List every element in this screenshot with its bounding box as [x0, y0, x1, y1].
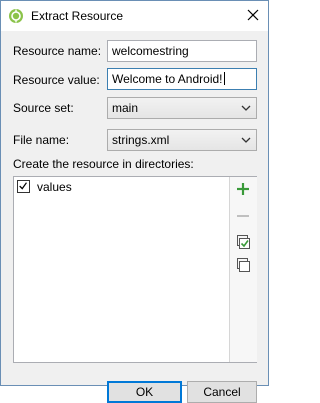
file-name-dropdown[interactable]: strings.xml: [107, 129, 257, 151]
resource-name-label: Resource name:: [13, 44, 102, 58]
resource-value-input[interactable]: Welcome to Android!: [107, 68, 257, 90]
ok-button[interactable]: OK: [107, 381, 182, 403]
title-bar: Extract Resource: [1, 1, 268, 31]
extract-resource-dialog: Extract Resource Resource name: welcomes…: [0, 0, 269, 403]
android-studio-icon: [9, 9, 23, 23]
directories-label: Create the resource in directories:: [13, 157, 194, 171]
directory-tools: [229, 177, 257, 362]
chevron-down-icon: [241, 137, 251, 143]
dialog-body: Resource name: welcomestring Resource va…: [1, 31, 268, 403]
resource-value-text: Welcome to Android!: [112, 72, 223, 86]
select-all-icon[interactable]: [235, 234, 251, 250]
checkmark-icon: [19, 182, 27, 190]
unselect-all-icon[interactable]: [235, 257, 251, 273]
directory-label: values: [37, 180, 72, 194]
resource-name-value: welcomestring: [112, 44, 189, 58]
directories-list[interactable]: values: [14, 177, 229, 362]
text-caret: [223, 72, 225, 85]
add-icon[interactable]: [235, 181, 251, 197]
source-set-label: Source set:: [13, 101, 74, 115]
resource-name-input[interactable]: welcomestring: [107, 40, 257, 62]
remove-icon[interactable]: [235, 208, 251, 224]
file-name-value: strings.xml: [112, 133, 170, 147]
cancel-button[interactable]: Cancel: [187, 381, 257, 403]
file-name-label: File name:: [13, 133, 70, 147]
resource-value-label: Resource value:: [13, 73, 100, 87]
directories-panel: values: [13, 176, 257, 363]
chevron-down-icon: [241, 105, 251, 111]
source-set-value: main: [112, 101, 139, 115]
values-checkbox[interactable]: [17, 180, 30, 193]
dialog-title: Extract Resource: [31, 9, 124, 23]
source-set-dropdown[interactable]: main: [107, 97, 257, 119]
close-icon[interactable]: [243, 5, 263, 25]
